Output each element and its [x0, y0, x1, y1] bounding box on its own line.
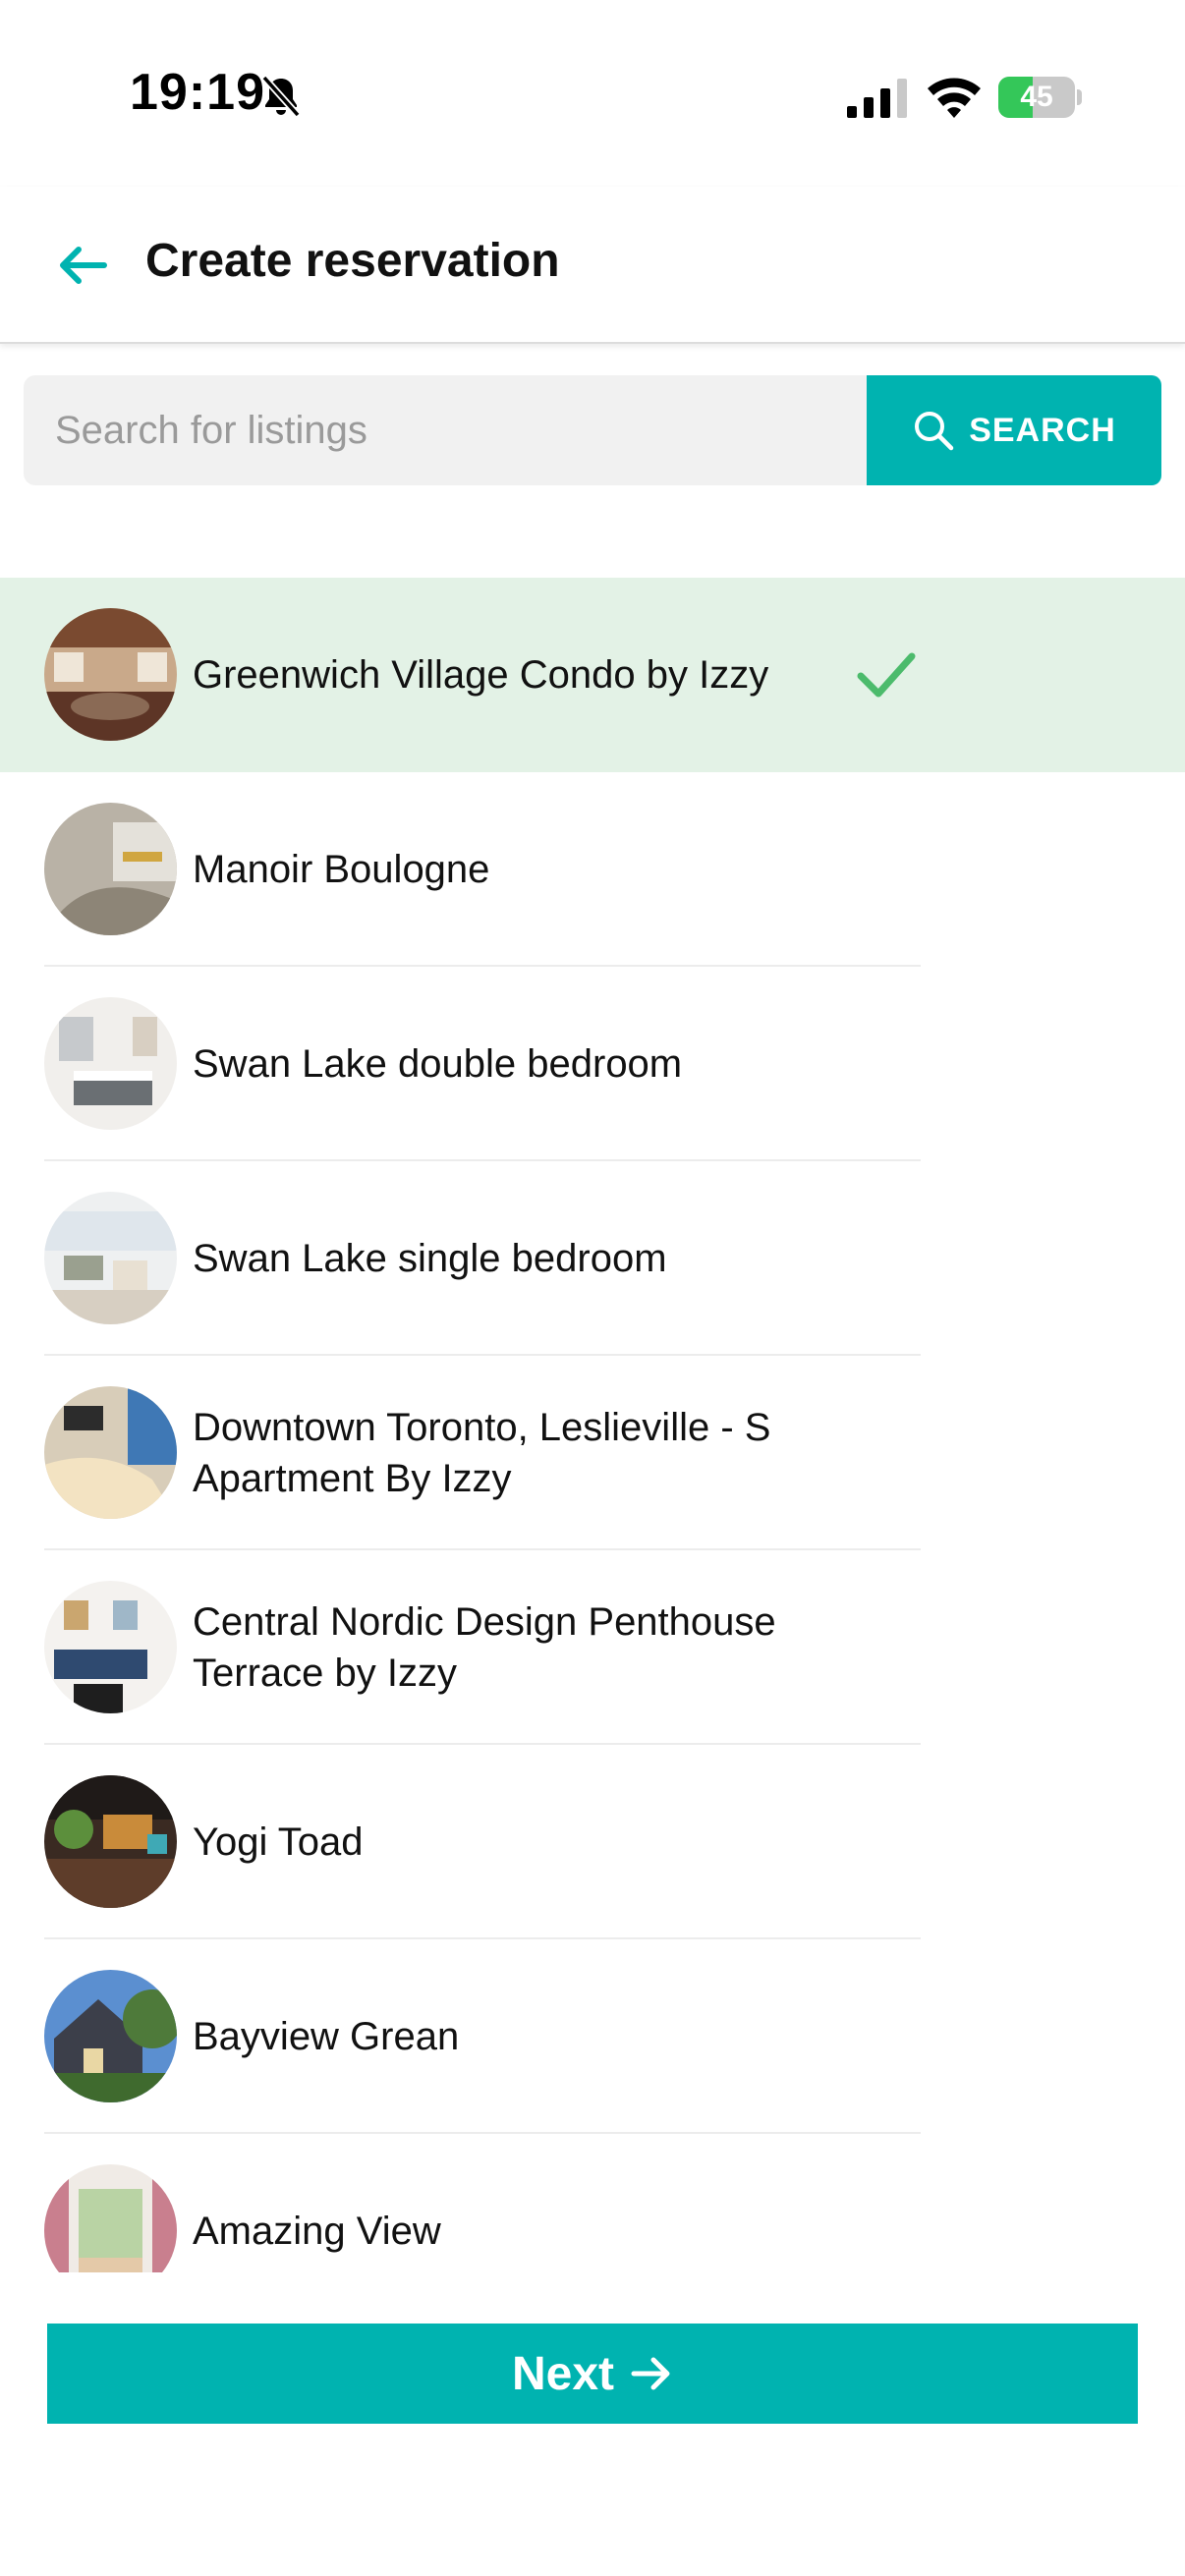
checkmark-icon [857, 652, 916, 698]
listing-name: Bayview Grean [193, 2015, 460, 2058]
search-button-label: SEARCH [969, 411, 1116, 449]
listing-thumbnail [44, 1192, 177, 1324]
listing-row[interactable]: Amazing View [0, 2134, 1185, 2272]
listing-thumbnail [44, 803, 177, 935]
wifi-icon [928, 78, 981, 118]
bell-slash-icon [261, 75, 301, 118]
arrow-right-icon [631, 2357, 670, 2390]
app-header: Create reservation [0, 187, 1185, 344]
battery-indicator: 45 [998, 77, 1083, 118]
status-bar: 19:19 45 [0, 0, 1185, 187]
listing-thumbnail [44, 1970, 177, 2102]
arrow-left-icon [60, 247, 107, 284]
search-input[interactable] [24, 375, 871, 485]
status-time: 19:19 [130, 64, 265, 121]
search-icon [915, 412, 954, 451]
listing-thumbnail [44, 608, 177, 741]
listing-row[interactable]: Swan Lake double bedroom [0, 967, 1185, 1161]
listing-row[interactable]: Yogi Toad [0, 1745, 1185, 1939]
listing-thumbnail [44, 2164, 177, 2272]
listing-row-selected[interactable]: Greenwich Village Condo by Izzy [0, 578, 1185, 772]
battery-percent: 45 [1020, 81, 1053, 113]
listing-name: Downtown Toronto, Leslieville - S Apartm… [193, 1406, 771, 1500]
search-button[interactable]: SEARCH [867, 375, 1161, 485]
listing-name: Manoir Boulogne [193, 848, 490, 891]
listing-thumbnail [44, 997, 177, 1130]
page-title: Create reservation [145, 235, 560, 287]
listing-name: Amazing View [193, 2210, 441, 2253]
screen: 19:19 45 Create reservation Search for l… [0, 0, 1185, 2576]
next-button-label: Next [511, 2347, 615, 2400]
listing-row[interactable]: Bayview Grean [0, 1939, 1185, 2134]
listing-list: Greenwich Village Condo by Izzy Manoir B… [0, 578, 1185, 2272]
listing-row[interactable]: Manoir Boulogne [0, 772, 1185, 967]
listing-name: Central Nordic Design Penthouse Terrace … [193, 1600, 776, 1695]
listing-name: Swan Lake single bedroom [193, 1237, 667, 1280]
cellular-signal-icon [847, 79, 907, 118]
listing-row[interactable]: Downtown Toronto, Leslieville - S Apartm… [0, 1356, 1185, 1550]
listing-row[interactable]: Swan Lake single bedroom [0, 1161, 1185, 1356]
listing-name: Swan Lake double bedroom [193, 1042, 683, 1086]
listing-row[interactable]: Central Nordic Design Penthouse Terrace … [0, 1550, 1185, 1745]
listing-name: Greenwich Village Condo by Izzy [193, 653, 769, 697]
next-button[interactable]: Next [47, 2324, 1138, 2424]
listing-thumbnail [44, 1775, 177, 1908]
listing-thumbnail [44, 1386, 177, 1519]
listing-thumbnail [44, 1581, 177, 1713]
back-button[interactable] [47, 230, 118, 301]
listing-name: Yogi Toad [193, 1820, 364, 1864]
